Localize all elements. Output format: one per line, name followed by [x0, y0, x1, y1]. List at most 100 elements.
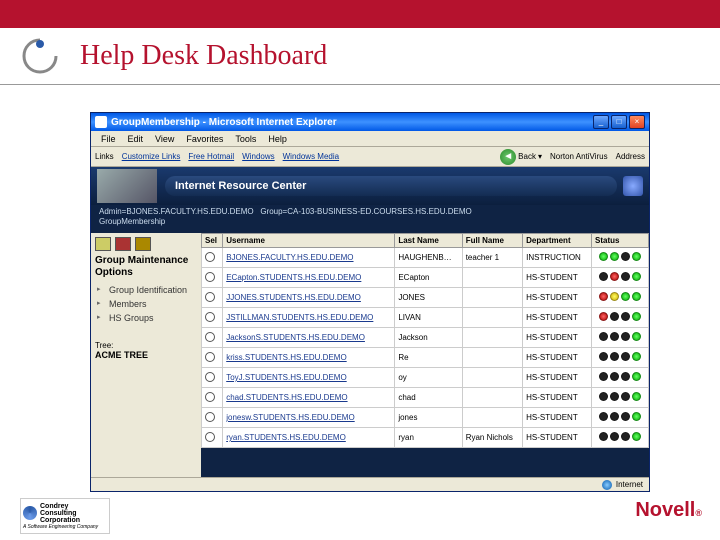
cell-fullname: Ryan Nichols — [462, 428, 522, 448]
sidebar-item-hsgroups[interactable]: HS Groups — [95, 311, 197, 325]
sidebar-item-groupid[interactable]: Group Identification — [95, 283, 197, 297]
banner-title: Internet Resource Center — [175, 180, 306, 192]
condrey-line2: Consulting — [40, 510, 77, 517]
condrey-line3: Corporation — [40, 517, 80, 524]
members-table: Sel Username Last Name Full Name Departm… — [201, 233, 649, 448]
link-customize[interactable]: Customize Links — [122, 152, 181, 161]
status-dot-icon — [599, 312, 608, 321]
col-fullname[interactable]: Full Name — [462, 234, 522, 248]
window-titlebar[interactable]: GroupMembership - Microsoft Internet Exp… — [91, 113, 649, 131]
back-arrow-icon: ◄ — [500, 149, 516, 165]
status-dot-icon — [599, 332, 608, 341]
tree-name: ACME TREE — [95, 350, 197, 360]
address-label: Address — [616, 152, 645, 161]
condrey-line1: Condrey — [40, 503, 68, 510]
menu-file[interactable]: File — [95, 134, 122, 144]
links-toolbar: Links Customize Links Free Hotmail Windo… — [91, 147, 649, 167]
status-dot-icon — [632, 412, 641, 421]
username-link[interactable]: BJONES.FACULTY.HS.EDU.DEMO — [226, 253, 353, 262]
members-table-wrap: Sel Username Last Name Full Name Departm… — [201, 233, 649, 477]
globe-icon — [602, 480, 612, 490]
username-link[interactable]: ryan.STUDENTS.HS.EDU.DEMO — [226, 433, 346, 442]
status-zone: Internet — [616, 480, 643, 489]
condrey-tagline: A Software Engineering Company — [23, 524, 107, 530]
cell-fullname — [462, 348, 522, 368]
row-select-radio[interactable] — [205, 292, 215, 302]
status-dot-icon — [610, 272, 619, 281]
cell-lastname: Jackson — [395, 328, 462, 348]
row-select-radio[interactable] — [205, 432, 215, 442]
col-username[interactable]: Username — [223, 234, 395, 248]
menu-help[interactable]: Help — [262, 134, 293, 144]
status-dot-icon — [610, 432, 619, 441]
cell-dept: HS-STUDENT — [523, 368, 592, 388]
sidebar-icon-3[interactable] — [135, 237, 151, 251]
table-row: JacksonS.STUDENTS.HS.EDU.DEMOJacksonHS-S… — [202, 328, 649, 348]
cell-fullname — [462, 308, 522, 328]
browser-window: GroupMembership - Microsoft Internet Exp… — [90, 112, 650, 492]
col-dept[interactable]: Department — [523, 234, 592, 248]
cell-lastname: oy — [395, 368, 462, 388]
username-link[interactable]: ECapton.STUDENTS.HS.EDU.DEMO — [226, 273, 361, 282]
status-dot-icon — [621, 412, 630, 421]
table-row: ECapton.STUDENTS.HS.EDU.DEMOECaptonHS-ST… — [202, 268, 649, 288]
window-title: GroupMembership - Microsoft Internet Exp… — [111, 117, 593, 128]
sidebar-icon-2[interactable] — [115, 237, 131, 251]
row-select-radio[interactable] — [205, 372, 215, 382]
menu-edit[interactable]: Edit — [122, 134, 150, 144]
status-dot-icon — [599, 272, 608, 281]
username-link[interactable]: kriss.STUDENTS.HS.EDU.DEMO — [226, 353, 346, 362]
back-button[interactable]: ◄Back ▾ — [500, 149, 542, 165]
norton-label[interactable]: Norton AntiVirus — [550, 152, 608, 161]
swirl-logo-icon — [20, 36, 60, 76]
username-link[interactable]: jonesw.STUDENTS.HS.EDU.DEMO — [226, 413, 354, 422]
banner-app-icon — [623, 176, 643, 196]
row-select-radio[interactable] — [205, 332, 215, 342]
username-link[interactable]: JacksonS.STUDENTS.HS.EDU.DEMO — [226, 333, 365, 342]
row-select-radio[interactable] — [205, 312, 215, 322]
menu-favorites[interactable]: Favorites — [180, 134, 229, 144]
status-dot-icon — [599, 372, 608, 381]
link-media[interactable]: Windows Media — [283, 152, 339, 161]
row-select-radio[interactable] — [205, 352, 215, 362]
cell-lastname: chad — [395, 388, 462, 408]
cell-fullname — [462, 408, 522, 428]
col-status[interactable]: Status — [592, 234, 649, 248]
sidebar-item-members[interactable]: Members — [95, 297, 197, 311]
minimize-button[interactable]: _ — [593, 115, 609, 129]
username-link[interactable]: JJONES.STUDENTS.HS.EDU.DEMO — [226, 293, 361, 302]
breadcrumb-section: GroupMembership — [99, 217, 165, 226]
col-lastname[interactable]: Last Name — [395, 234, 462, 248]
app-banner: Internet Resource Center — [91, 167, 649, 205]
status-dot-icon — [621, 392, 630, 401]
links-label: Links — [95, 152, 114, 161]
username-link[interactable]: chad.STUDENTS.HS.EDU.DEMO — [226, 393, 347, 402]
username-link[interactable]: ToyJ.STUDENTS.HS.EDU.DEMO — [226, 373, 346, 382]
cell-status — [592, 408, 649, 428]
status-dot-icon — [632, 352, 641, 361]
slide-accent-bar — [0, 0, 720, 28]
menu-view[interactable]: View — [149, 134, 180, 144]
status-dot-icon — [621, 292, 630, 301]
row-select-radio[interactable] — [205, 392, 215, 402]
username-link[interactable]: JSTILLMAN.STUDENTS.HS.EDU.DEMO — [226, 313, 373, 322]
link-hotmail[interactable]: Free Hotmail — [188, 152, 234, 161]
status-dot-icon — [610, 412, 619, 421]
condrey-logo: Condrey Consulting Corporation A Softwar… — [20, 498, 110, 534]
cell-dept: INSTRUCTION — [523, 248, 592, 268]
sidebar-icon-1[interactable] — [95, 237, 111, 251]
row-select-radio[interactable] — [205, 272, 215, 282]
breadcrumb-admin: Admin=BJONES.FACULTY.HS.EDU.DEMO — [99, 207, 254, 216]
link-windows[interactable]: Windows — [242, 152, 274, 161]
status-dot-icon — [632, 292, 641, 301]
row-select-radio[interactable] — [205, 412, 215, 422]
status-dot-icon — [599, 412, 608, 421]
status-dot-icon — [599, 352, 608, 361]
maximize-button[interactable]: □ — [611, 115, 627, 129]
condrey-swirl-icon — [23, 506, 37, 520]
status-bar: Internet — [91, 477, 649, 491]
close-button[interactable]: × — [629, 115, 645, 129]
menu-tools[interactable]: Tools — [229, 134, 262, 144]
col-sel[interactable]: Sel — [202, 234, 223, 248]
row-select-radio[interactable] — [205, 252, 215, 262]
